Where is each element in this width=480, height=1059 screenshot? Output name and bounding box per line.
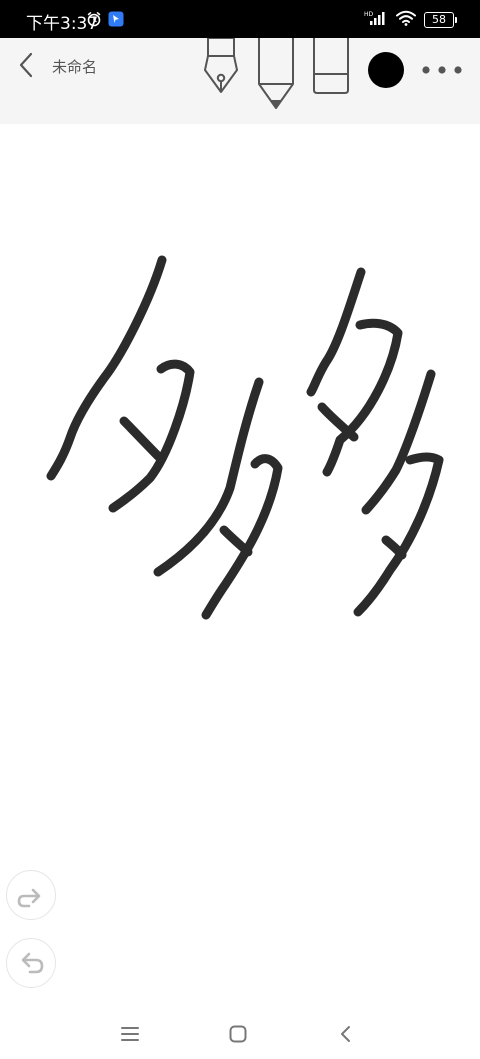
wifi-icon (396, 10, 416, 30)
system-nav-bar (0, 1004, 480, 1059)
alarm-icon (86, 11, 102, 31)
stroke (317, 402, 359, 442)
status-right-icons: HD 58 (364, 10, 457, 30)
fountain-pen-tool[interactable] (200, 37, 242, 102)
handwriting-strokes (46, 255, 444, 620)
stroke (119, 416, 165, 463)
battery-level: 58 (432, 13, 446, 26)
drawing-canvas[interactable] (0, 124, 480, 1004)
stroke (306, 267, 366, 397)
chevron-left-icon (19, 52, 33, 78)
stroke (353, 452, 444, 617)
color-swatch-button[interactable] (367, 51, 405, 93)
fountain-pen-icon (204, 37, 238, 93)
home-nav-button[interactable] (226, 1022, 250, 1046)
stroke (201, 454, 283, 620)
battery-icon: 58 (424, 12, 457, 28)
status-left-icons (86, 11, 124, 31)
marker-pen-tool[interactable] (255, 38, 297, 118)
network-badge: HD (364, 11, 374, 18)
redo-icon (17, 888, 41, 908)
document-title[interactable]: 未命名 (52, 56, 97, 77)
back-icon (341, 1026, 350, 1042)
eraser-tool[interactable] (311, 38, 351, 102)
more-button[interactable] (420, 60, 464, 84)
editor-toolbar: 未命名 (0, 37, 480, 124)
stroke (219, 525, 253, 557)
status-bar: 下午3:37 HD 58 (0, 0, 480, 38)
stroke (381, 535, 407, 560)
menu-nav-button[interactable] (118, 1022, 142, 1046)
undo-button[interactable] (6, 938, 56, 988)
signal-icon: HD (364, 10, 388, 30)
app-notification-icon (108, 11, 124, 31)
undo-icon (21, 952, 44, 974)
home-icon (229, 1025, 247, 1043)
back-nav-button[interactable] (334, 1022, 358, 1046)
eraser-icon (313, 38, 349, 94)
more-horizontal-icon (422, 66, 462, 74)
marker-pen-icon (258, 38, 294, 109)
menu-icon (121, 1027, 139, 1041)
back-button[interactable] (12, 50, 40, 80)
stroke (108, 359, 195, 513)
redo-button[interactable] (6, 870, 56, 920)
color-swatch-icon (368, 52, 404, 88)
